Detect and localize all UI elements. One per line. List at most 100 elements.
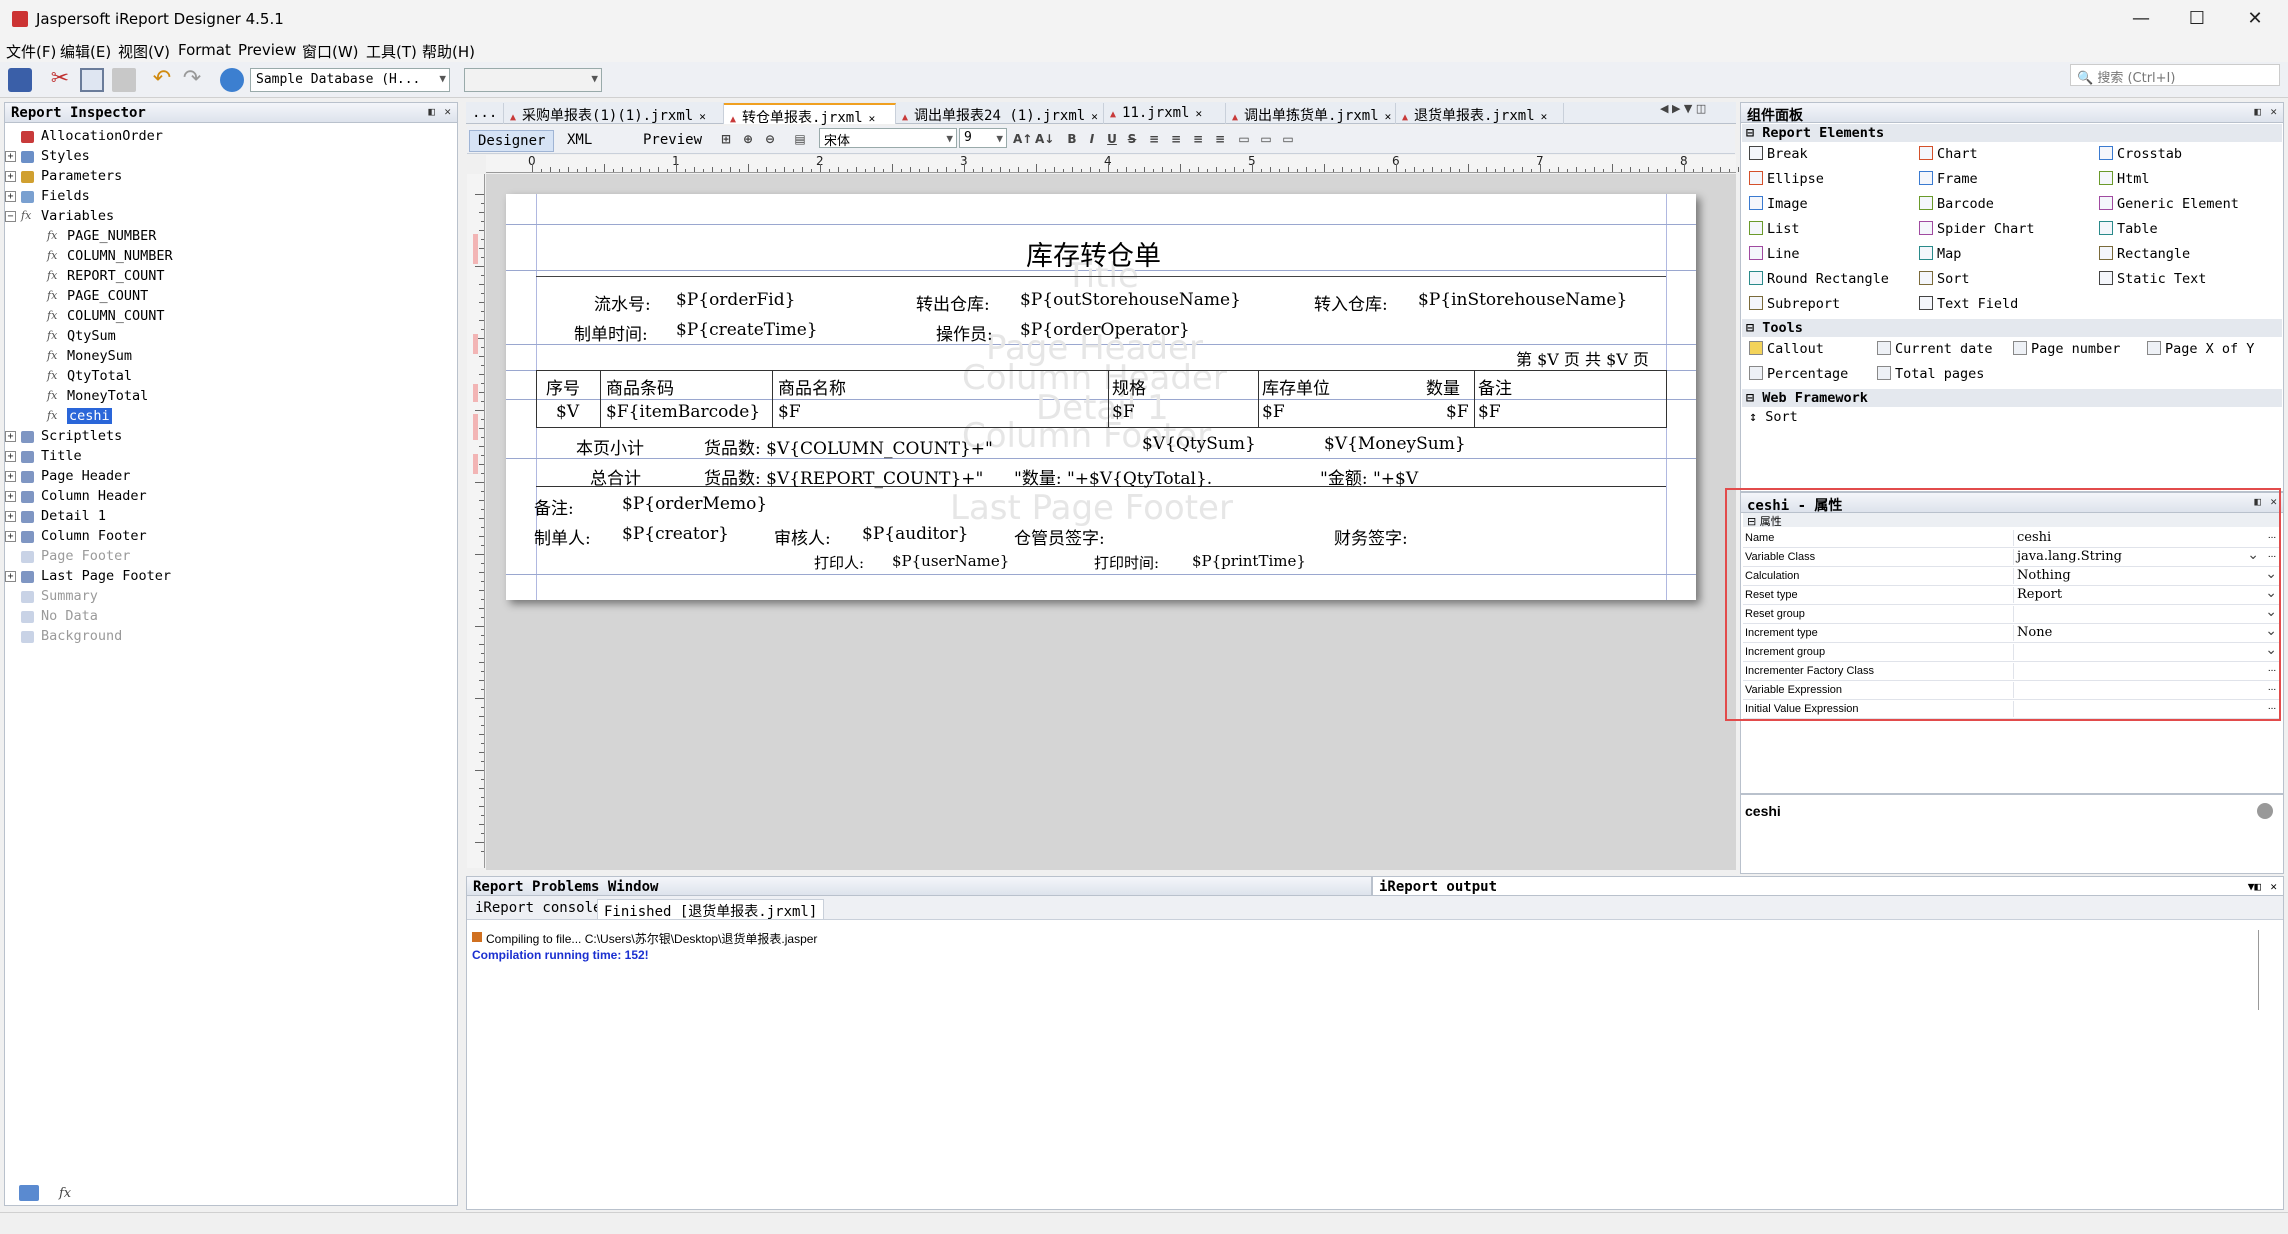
tab-document-1[interactable]: ▲ 采购单报表(1)(1).jrxml ✕ (504, 103, 724, 124)
subtotal-count[interactable]: 货品数: $V{COLUMN_COUNT}+" (704, 434, 993, 459)
tab-document-5[interactable]: ▲ 调出单拣货单.jrxml ✕ (1226, 103, 1396, 124)
paste-icon[interactable] (112, 68, 136, 92)
detail-field[interactable]: $V (556, 402, 579, 422)
align-center-icon[interactable]: ≡ (1167, 132, 1185, 148)
tab-finished[interactable]: Finished [退货单报表.jrxml] (597, 899, 825, 920)
menu-format[interactable]: Format (178, 41, 231, 59)
expand-icon[interactable]: + (5, 471, 16, 482)
keeper-sign-label[interactable]: 仓管员签字: (1014, 524, 1105, 549)
tab-designer[interactable]: Designer (469, 130, 555, 152)
datasource-combo[interactable]: Sample Database (H... ▼ (250, 68, 450, 92)
field-out-storehouse[interactable]: $P{outStorehouseName} (1020, 290, 1241, 310)
palette-item-ellipse[interactable]: Ellipse (1749, 171, 1824, 187)
expand-icon[interactable]: + (5, 511, 16, 522)
finance-sign-label[interactable]: 财务签字: (1334, 524, 1408, 549)
scrollbar[interactable] (2258, 930, 2259, 1010)
palette-item-break[interactable]: Break (1749, 146, 1808, 162)
palette-item-map[interactable]: Map (1919, 246, 1961, 262)
field-create-time[interactable]: $P{createTime} (676, 320, 818, 340)
subtotal-money[interactable]: $V{MoneySum} (1324, 434, 1466, 454)
align-left-icon[interactable]: ≡ (1145, 132, 1163, 148)
expand-icon[interactable]: + (5, 491, 16, 502)
palette-item-web-sort[interactable]: ↕ Sort (1749, 409, 1798, 425)
close-panel-icon[interactable]: ✕ (2270, 105, 2277, 118)
output-window-header[interactable]: iReport output ▼◧ ✕ (1372, 876, 2284, 896)
expand-icon[interactable]: + (5, 531, 16, 542)
tab-document-3[interactable]: ▲ 调出单报表24 (1).jrxml ✕ (896, 103, 1104, 124)
label-operator[interactable]: 操作员: (936, 320, 993, 345)
maximize-button[interactable]: ☐ (2174, 6, 2220, 32)
collapse-icon[interactable]: − (5, 211, 16, 222)
palette-item-static-text[interactable]: Static Text (2099, 271, 2206, 287)
palette-item-image[interactable]: Image (1749, 196, 1808, 212)
palette-item-table[interactable]: Table (2099, 221, 2158, 237)
tab-document-0[interactable]: ... (466, 103, 504, 124)
close-panel-icon[interactable]: ✕ (444, 105, 451, 118)
subtotal-qty[interactable]: $V{QtySum} (1142, 434, 1256, 454)
decrease-font-icon[interactable]: A↓ (1035, 132, 1054, 148)
tab-ireport-console[interactable]: iReport console (469, 899, 607, 919)
problems-window-header[interactable]: Report Problems Window (466, 876, 1372, 896)
col-header[interactable]: 库存单位 (1262, 374, 1330, 399)
label-in-storehouse[interactable]: 转入仓库: (1314, 290, 1388, 315)
align-bottom-icon[interactable]: ▭ (1279, 132, 1297, 148)
col-header[interactable]: 序号 (546, 374, 580, 399)
print-time-field[interactable]: $P{printTime} (1192, 552, 1306, 570)
detail-field[interactable]: $F (1262, 402, 1285, 422)
expand-icon[interactable]: + (5, 571, 16, 582)
increase-font-icon[interactable]: A↑ (1013, 132, 1032, 148)
field-operator[interactable]: $P{orderOperator} (1020, 320, 1190, 340)
menu-edit[interactable]: 编辑(E) (60, 41, 111, 62)
palette-item-chart[interactable]: Chart (1919, 146, 1978, 162)
zoom-fit-icon[interactable]: ⊞ (717, 132, 735, 148)
label-serial-no[interactable]: 流水号: (594, 290, 651, 315)
palette-item-barcode[interactable]: Barcode (1919, 196, 1994, 212)
undo-icon[interactable]: ↶ (150, 68, 174, 92)
menu-preview[interactable]: Preview (238, 41, 296, 59)
zoom-out-icon[interactable]: ⊖ (761, 132, 779, 148)
tab-nav-controls[interactable]: ◀ ▶ ▼ ◫ (1660, 102, 1736, 122)
expand-icon[interactable]: + (5, 451, 16, 462)
close-tab-icon[interactable]: ✕ (1195, 107, 1202, 120)
col-header[interactable]: 商品名称 (778, 374, 846, 399)
palette-tool-current-date[interactable]: Current date (1877, 341, 1993, 357)
report-title[interactable]: 库存转仓单 (1026, 234, 1161, 273)
section-report-elements[interactable]: ⊟ Report Elements (1742, 124, 2282, 142)
palette-item-frame[interactable]: Frame (1919, 171, 1978, 187)
close-panel-icon[interactable]: ✕ (2270, 880, 2277, 893)
tab-preview[interactable]: Preview (635, 130, 710, 152)
section-tools[interactable]: ⊟ Tools (1742, 319, 2282, 337)
copy-icon[interactable] (80, 68, 104, 92)
align-justify-icon[interactable]: ≡ (1211, 132, 1229, 148)
menu-tools[interactable]: 工具(T) (366, 41, 417, 62)
palette-tool-page-x-of-y[interactable]: Page X of Y (2147, 341, 2254, 357)
palette-item-text-field[interactable]: Text Field (1919, 296, 2018, 312)
align-top-icon[interactable]: ▭ (1235, 132, 1253, 148)
expand-icon[interactable]: + (5, 171, 16, 182)
report-page[interactable]: Title Page Header Column Header Detail 1… (506, 194, 1696, 600)
palette-item-crosstab[interactable]: Crosstab (2099, 146, 2182, 162)
palette-tool-page-number[interactable]: Page number (2013, 341, 2120, 357)
palette-item-round-rectangle[interactable]: Round Rectangle (1749, 271, 1889, 287)
redo-icon[interactable]: ↷ (180, 68, 204, 92)
palette-item-rectangle[interactable]: Rectangle (2099, 246, 2190, 262)
tab-document-2[interactable]: ▲ 转仓单报表.jrxml ✕ (724, 103, 896, 126)
detail-field[interactable]: $F (1446, 402, 1469, 422)
zoom-in-icon[interactable]: ⊕ (739, 132, 757, 148)
help-icon[interactable] (2257, 803, 2273, 819)
label-out-storehouse[interactable]: 转出仓库: (916, 290, 990, 315)
close-tab-icon[interactable]: ✕ (699, 110, 706, 123)
print-time-label[interactable]: 打印时间: (1094, 552, 1159, 573)
close-tab-icon[interactable]: ✕ (1091, 110, 1098, 123)
font-combo[interactable]: 宋体 ▼ (819, 128, 957, 149)
tab-xml[interactable]: XML (559, 130, 600, 152)
properties-icon[interactable]: ▤ (791, 132, 809, 148)
label-create-time[interactable]: 制单时间: (574, 320, 648, 345)
cut-icon[interactable]: ✂ (48, 68, 72, 92)
detail-field[interactable]: $F{itemBarcode} (606, 402, 760, 422)
palette-tool-total-pages[interactable]: Total pages (1877, 366, 1984, 382)
font-size-combo[interactable]: 9 ▼ (959, 128, 1007, 148)
detail-field[interactable]: $F (1112, 402, 1135, 422)
palette-item-html[interactable]: Html (2099, 171, 2150, 187)
menu-window[interactable]: 窗口(W) (302, 41, 359, 62)
